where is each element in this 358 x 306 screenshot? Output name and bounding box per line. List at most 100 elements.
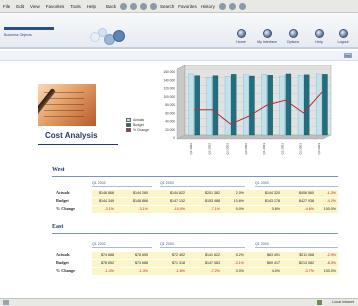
legend-swatch-change xyxy=(126,128,131,132)
menu-favorites[interactable]: Favorites xyxy=(46,4,65,9)
row-label-change: % Change xyxy=(56,206,75,211)
bar-budget xyxy=(322,74,328,136)
menu-view[interactable]: View xyxy=(30,4,40,9)
table-cell: -3.1% xyxy=(234,261,244,265)
table-cell: -3.1% xyxy=(104,207,114,211)
forward-icon[interactable] xyxy=(120,2,128,10)
chart-floor xyxy=(176,134,332,140)
table-cell: -7.1% xyxy=(210,207,220,211)
bar-actuals xyxy=(297,75,304,136)
table-cell: $147 083 xyxy=(205,261,220,265)
menu-edit[interactable]: Edit xyxy=(16,4,24,9)
nav-help[interactable]: Help xyxy=(307,29,331,47)
menu-help[interactable]: Help xyxy=(87,4,96,9)
quarter-header-rule xyxy=(160,247,245,248)
favorites-button[interactable]: Favorites xyxy=(178,4,197,9)
table-cell: $74 688 xyxy=(101,253,114,257)
quarter-header: Q1 2003 xyxy=(160,242,174,246)
quarter-header-rule xyxy=(255,186,338,187)
section-title-west: West xyxy=(52,167,65,173)
table-cell: $144 260 xyxy=(133,191,148,195)
quarter-header-rule xyxy=(255,247,338,248)
table-cell: $72 402 xyxy=(172,253,185,257)
cost-chart: 160 000 140 000 120 000 100 000 80 000 60 000… xyxy=(163,65,332,155)
x-tick-label: Q1 2002 xyxy=(189,143,193,155)
table-cell: 100.0% xyxy=(323,207,336,211)
refresh-icon[interactable] xyxy=(140,2,148,10)
edit-icon[interactable] xyxy=(238,2,246,10)
print-browser-icon[interactable] xyxy=(228,2,236,10)
section-divider-east xyxy=(52,233,338,234)
table-cell: 0.0% xyxy=(235,207,244,211)
row-label-budget: Budget xyxy=(56,260,69,265)
table-cell: -1.4% xyxy=(138,269,148,273)
quarter-header: Q1 2003 xyxy=(255,181,269,185)
stop-icon[interactable] xyxy=(130,2,138,10)
home-browser-icon[interactable] xyxy=(150,2,158,10)
table-row: $144 349 $148 866 $147 132 $153 488 10.6… xyxy=(92,198,338,205)
table-cell: -1.3% xyxy=(326,191,336,195)
history-button[interactable]: History xyxy=(201,4,215,9)
nav-home[interactable]: Home xyxy=(229,29,253,47)
logout-icon xyxy=(338,29,348,38)
menu-tools[interactable]: Tools xyxy=(70,4,81,9)
browser-toolbar: Back Search Favorites History xyxy=(106,2,249,10)
table-cell: 4.0% xyxy=(271,269,280,273)
table-cell: $74 688 xyxy=(135,261,148,265)
quarter-header: Q1 2002 xyxy=(92,242,106,246)
y-tick-label: 160 000 xyxy=(163,70,175,74)
nav-options[interactable]: Options xyxy=(281,29,305,47)
row-label-actuals: Actuals xyxy=(56,252,70,257)
menu-file[interactable]: File xyxy=(3,4,10,9)
table-cell: -8.3% xyxy=(326,261,336,265)
table-cell: -7.2% xyxy=(210,269,220,273)
table-cell: 2.0% xyxy=(235,191,244,195)
print-icon[interactable]: PDF xyxy=(344,53,352,58)
app-banner: Business Objects Home My Interface Optio… xyxy=(0,13,358,49)
y-tick-label: 60 000 xyxy=(165,111,175,115)
bar-budget xyxy=(230,74,237,136)
table-cell: -3.1% xyxy=(138,207,148,211)
nav-my-interface[interactable]: My Interface xyxy=(255,29,279,47)
interface-icon xyxy=(262,29,272,38)
search-button[interactable]: Search xyxy=(160,4,174,9)
table-row: -1.4% -1.4% -1.8% -7.2% 0.0% 4.0% -3.7% … xyxy=(92,268,338,275)
table-cell: $211 068 xyxy=(299,253,314,257)
y-tick-label: 80 000 xyxy=(165,103,175,107)
x-tick-label: Q3 2002 xyxy=(226,143,230,155)
legend-swatch-budget xyxy=(126,123,131,127)
options-icon xyxy=(288,29,298,38)
mail-icon[interactable] xyxy=(218,2,226,10)
table-cell: -1.4% xyxy=(104,269,114,273)
table-cell: -4.2% xyxy=(326,199,336,203)
bar-budget xyxy=(212,75,219,136)
table-cell: $71 318 xyxy=(172,261,185,265)
table-cell: $201 382 xyxy=(205,191,220,195)
table-cell: 100.0% xyxy=(323,269,336,273)
x-tick-label: Q2 2003 xyxy=(280,143,284,155)
y-tick-label: 140 000 xyxy=(163,78,175,82)
table-cell: $69 417 xyxy=(267,261,280,265)
help-icon xyxy=(314,29,324,38)
bar-actuals xyxy=(243,74,249,136)
pen-image xyxy=(38,88,56,126)
table-cell: -4.6% xyxy=(304,207,314,211)
report-illustration xyxy=(38,84,96,126)
chart-side-wall xyxy=(176,65,186,140)
app-logo: Business Objects xyxy=(4,23,54,40)
x-tick-label: Q4 2003 xyxy=(317,143,321,155)
legend-swatch-actuals xyxy=(126,118,131,122)
logo-text: Business Objects xyxy=(4,33,32,37)
report-title: Cost Analysis xyxy=(45,131,98,140)
bar-actuals xyxy=(224,76,231,136)
nav-logout[interactable]: Logout xyxy=(331,29,355,47)
table-cell: $144 822 xyxy=(170,191,185,195)
bar-actuals xyxy=(261,74,267,136)
bar-actuals xyxy=(188,73,194,136)
bar-budget xyxy=(303,74,310,136)
chart-legend: Actuals Budget % Change xyxy=(126,118,149,133)
back-button[interactable]: Back xyxy=(106,4,116,9)
quarter-header: Q1 2003 xyxy=(255,242,269,246)
legend-item-actuals: Actuals xyxy=(126,118,149,122)
quarter-header: Q1 2002 xyxy=(92,181,106,185)
